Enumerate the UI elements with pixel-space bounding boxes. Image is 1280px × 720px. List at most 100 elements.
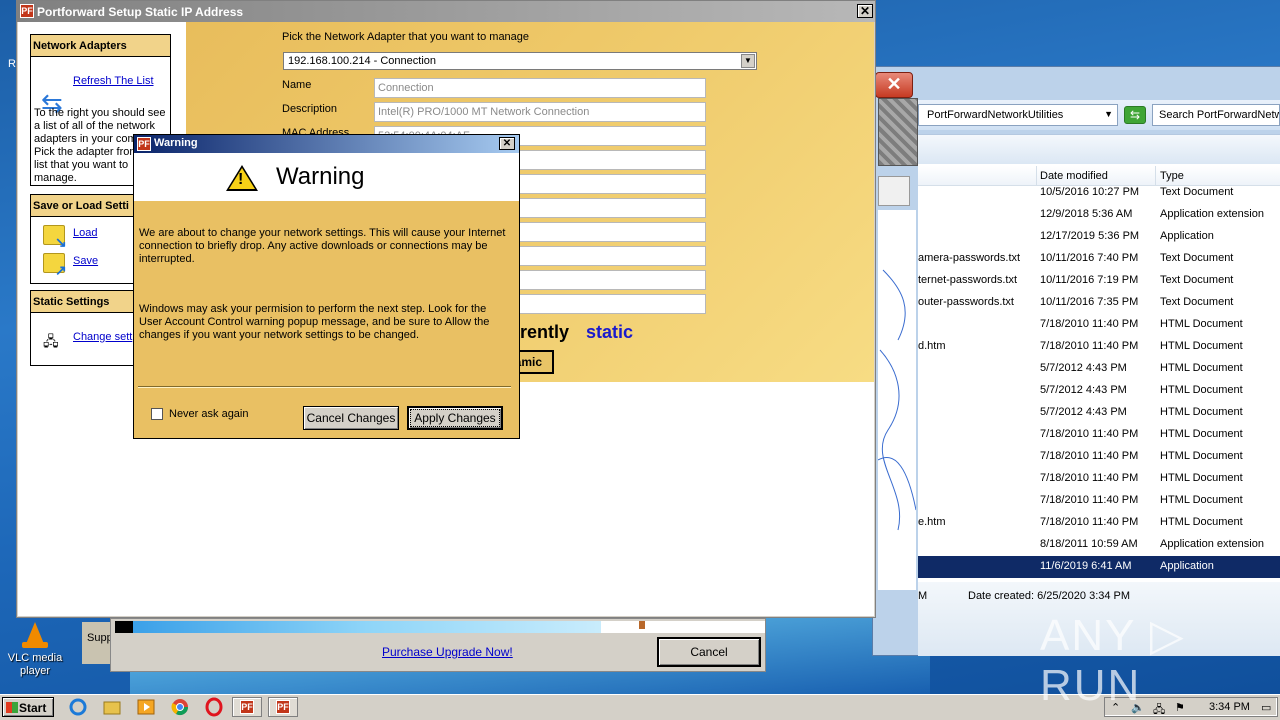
file-date: 10/5/2016 10:27 PM (1040, 186, 1140, 198)
close-icon[interactable]: ✕ (499, 137, 515, 150)
explorer-nav-pane (878, 176, 910, 206)
table-row[interactable]: 8/18/2011 10:59 AM Application extension (918, 534, 1280, 556)
save-folder-icon[interactable]: ↗ (43, 253, 67, 278)
file-date: 7/18/2010 11:40 PM (1040, 494, 1139, 506)
refresh-list-link[interactable]: Refresh The List (73, 75, 154, 87)
desktop-icon-label: VLC media player (7, 652, 63, 677)
network-change-icon[interactable]: 🖧 (43, 331, 59, 355)
table-row[interactable]: 12/17/2019 5:36 PM Application (918, 226, 1280, 248)
table-row[interactable]: 5/7/2012 4:43 PM HTML Document (918, 358, 1280, 380)
table-row[interactable]: 7/18/2010 11:40 PM HTML Document (918, 468, 1280, 490)
file-date: 12/9/2018 5:36 AM (1040, 208, 1133, 220)
portforward-logo-icon: PF (276, 700, 290, 714)
details-partial: M (918, 590, 928, 602)
file-type: Text Document (1160, 186, 1234, 198)
load-folder-icon[interactable]: ↘ (43, 225, 67, 250)
adapter-select[interactable]: 192.168.100.214 - Connection ▼ (283, 52, 757, 70)
start-button[interactable]: Start (2, 697, 54, 717)
file-date: 5/7/2012 4:43 PM (1040, 384, 1127, 396)
file-type: Text Document (1160, 274, 1234, 286)
windows-logo-icon (6, 702, 18, 713)
media-player-icon[interactable] (136, 697, 160, 717)
load-link[interactable]: Load (73, 227, 97, 239)
file-type: HTML Document (1160, 318, 1243, 330)
vlc-cone-icon (20, 622, 50, 648)
panel-header: Network Adapters (31, 35, 170, 57)
cancel-changes-button[interactable]: Cancel Changes (303, 406, 399, 430)
start-label: Start (19, 701, 47, 715)
adapter-selected-value: 192.168.100.214 - Connection (288, 55, 437, 67)
file-date: 7/18/2010 11:40 PM (1040, 428, 1139, 440)
table-row[interactable]: e.htm 7/18/2010 11:40 PM HTML Document (918, 512, 1280, 534)
portforward-logo-icon: PF (240, 700, 254, 714)
portforward-logo-icon: PF (20, 4, 34, 18)
column-type[interactable]: Type (1160, 170, 1184, 182)
taskbar-portforward-1[interactable]: PF (232, 697, 262, 717)
file-date: 5/7/2012 4:43 PM (1040, 362, 1127, 374)
file-date: 10/11/2016 7:19 PM (1040, 274, 1139, 286)
portforward-titlebar[interactable]: PF Portforward Setup Static IP Address (17, 1, 875, 22)
diamond-plate-decoration (878, 98, 918, 166)
table-row[interactable]: 7/18/2010 11:40 PM HTML Document (918, 314, 1280, 336)
description-field[interactable]: Intel(R) PRO/1000 MT Network Connection (374, 102, 706, 122)
map-background (878, 210, 916, 590)
warning-heading: Warning (276, 163, 365, 190)
chrome-icon[interactable] (170, 697, 194, 717)
table-row[interactable]: ternet-passwords.txt 10/11/2016 7:19 PM Te… (918, 270, 1280, 292)
warning-paragraph-1: We are about to change your network sett… (139, 227, 506, 265)
upgrade-cancel-button[interactable]: Cancel (657, 637, 761, 667)
chevron-down-icon[interactable]: ▼ (1104, 109, 1113, 119)
chevron-down-icon[interactable]: ▼ (741, 54, 755, 68)
explorer-search-input[interactable]: Search PortForwardNetw (1152, 104, 1280, 126)
table-row[interactable]: d.htm 7/18/2010 11:40 PM HTML Document (918, 336, 1280, 358)
table-row[interactable]: 7/18/2010 11:40 PM HTML Document (918, 446, 1280, 468)
file-type: HTML Document (1160, 406, 1243, 418)
warning-divider (138, 386, 511, 388)
save-link[interactable]: Save (73, 255, 98, 267)
desktop-icon-vlc[interactable]: VLC media player (4, 622, 66, 678)
file-type: HTML Document (1160, 384, 1243, 396)
table-row[interactable]: 5/7/2012 4:43 PM HTML Document (918, 380, 1280, 402)
name-field[interactable]: Connection (374, 78, 706, 98)
refresh-go-icon[interactable]: ⇆ (1124, 106, 1146, 124)
help-line: To the right you should see (34, 107, 166, 119)
table-row[interactable]: 7/18/2010 11:40 PM HTML Document (918, 424, 1280, 446)
file-name: outer-passwords.txt (918, 296, 1014, 308)
table-row[interactable]: 7/18/2010 11:40 PM HTML Document (918, 490, 1280, 512)
table-row[interactable]: 12/9/2018 5:36 AM Application extension (918, 204, 1280, 226)
never-ask-checkbox[interactable] (151, 408, 163, 420)
window-title: Portforward Setup Static IP Address (37, 5, 244, 19)
change-settings-link[interactable]: Change sett (73, 331, 132, 343)
close-icon[interactable]: ✕ (875, 72, 913, 98)
table-row[interactable]: 11/6/2019 6:41 AM Application (918, 556, 1280, 578)
table-row[interactable]: amera-passwords.txt 10/11/2016 7:40 PM Tex… (918, 248, 1280, 270)
file-type: Application extension (1160, 538, 1264, 550)
file-type: HTML Document (1160, 494, 1243, 506)
taskbar-portforward-2[interactable]: PF (268, 697, 298, 717)
column-date-modified[interactable]: Date modified (1040, 170, 1108, 182)
table-row[interactable]: outer-passwords.txt 10/11/2016 7:35 PM Tex… (918, 292, 1280, 314)
adapter-prompt: Pick the Network Adapter that you want t… (282, 31, 530, 43)
never-ask-label: Never ask again (169, 408, 249, 420)
currently-label: rently (520, 322, 570, 342)
file-name: amera-passwords.txt (918, 252, 1021, 264)
ie-icon[interactable] (68, 697, 92, 717)
desktop-partial-letter: R (8, 58, 16, 70)
explorer-path-box[interactable]: PortForwardNetworkUtilities ▼ (918, 104, 1118, 126)
name-label: Name (282, 79, 312, 91)
folder-icon[interactable] (102, 697, 126, 717)
warning-titlebar[interactable]: PF Warning (134, 135, 519, 153)
purchase-upgrade-link[interactable]: Purchase Upgrade Now! (382, 645, 513, 659)
apply-changes-button[interactable]: Apply Changes (407, 406, 503, 430)
close-icon[interactable]: ✕ (857, 4, 873, 18)
file-date: 10/11/2016 7:40 PM (1040, 252, 1139, 264)
file-type: Application (1160, 560, 1214, 572)
file-date: 12/17/2019 5:36 PM (1040, 230, 1140, 242)
table-row[interactable]: 10/5/2016 10:27 PM Text Document (918, 182, 1280, 204)
table-row[interactable]: 5/7/2012 4:43 PM HTML Document (918, 402, 1280, 424)
file-type: Text Document (1160, 296, 1234, 308)
opera-icon[interactable] (204, 697, 228, 717)
file-type: HTML Document (1160, 362, 1243, 374)
explorer-path: PortForwardNetworkUtilities (927, 109, 1064, 121)
explorer-toolbar (918, 134, 1280, 164)
